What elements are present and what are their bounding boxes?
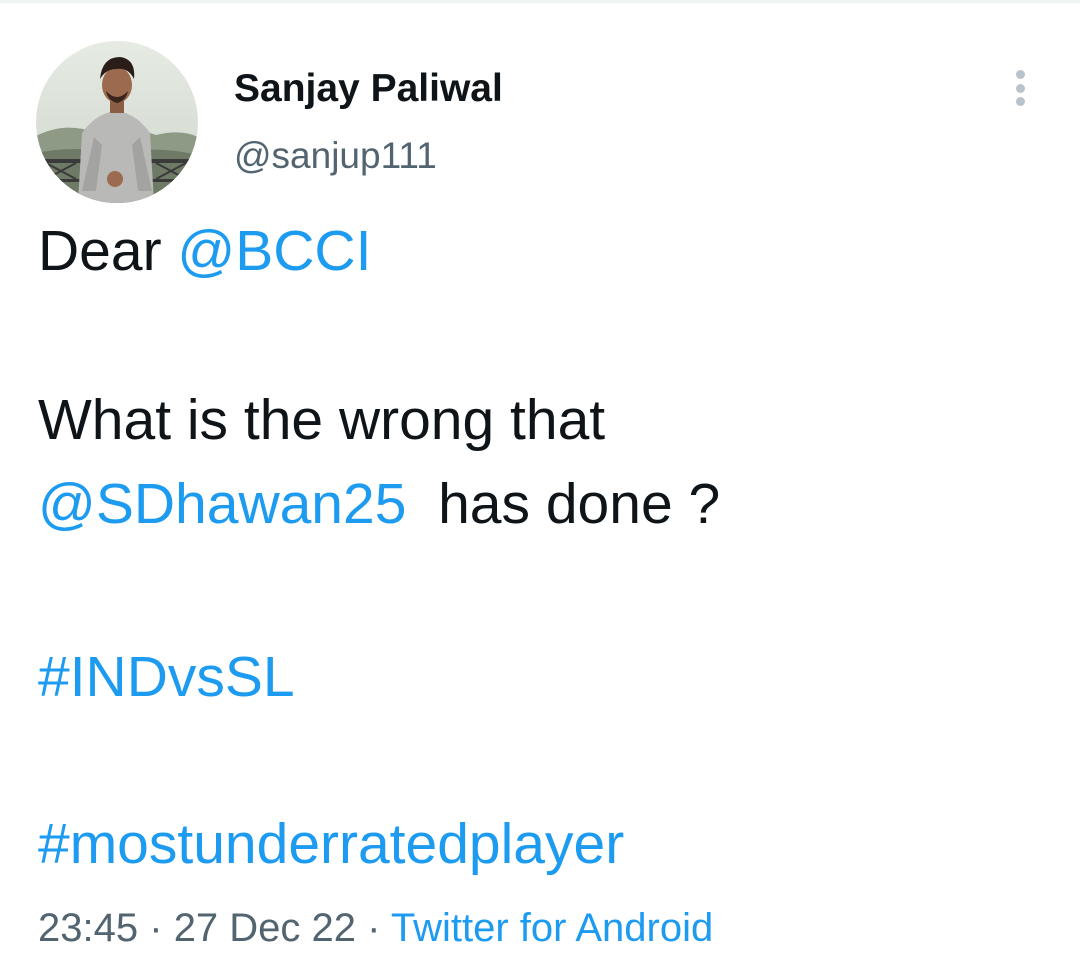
tweet-line-greeting: Dear @BCCI — [38, 218, 371, 284]
author-handle[interactable]: @sanjup111 — [234, 134, 437, 178]
tweet-line-question: What is the wrong that — [38, 388, 606, 452]
mention-link-sdhawan25[interactable]: @SDhawan25 — [38, 472, 406, 536]
meta-separator: · — [367, 906, 381, 950]
tweet-metadata: 23:45 · 27 Dec 22 · Twitter for Android — [38, 905, 713, 951]
hashtag-link-mostunderratedplayer[interactable]: #mostunderratedplayer — [38, 811, 624, 877]
author-display-name[interactable]: Sanjay Paliwal — [234, 66, 503, 112]
more-vertical-icon-dot — [1015, 83, 1025, 93]
tweet-question-end-text: has done ? — [438, 472, 721, 536]
tweet-time[interactable]: 23:45 — [38, 906, 138, 950]
avatar-photo — [36, 41, 198, 203]
top-divider — [0, 0, 1080, 3]
mention-link-bcci[interactable]: @BCCI — [177, 219, 371, 283]
more-options-button[interactable] — [1004, 66, 1036, 110]
hashtag-link-indvssl[interactable]: #INDvsSL — [38, 644, 295, 710]
tweet-date[interactable]: 27 Dec 22 — [174, 906, 356, 950]
meta-separator: · — [149, 906, 163, 950]
more-vertical-icon — [1015, 70, 1025, 79]
avatar[interactable] — [36, 41, 198, 203]
tweet-line-mention: @SDhawan25 has done ? — [38, 471, 720, 537]
tweet-greeting-text: Dear — [38, 219, 162, 283]
more-vertical-icon-dot — [1015, 97, 1025, 106]
tweet-source-link[interactable]: Twitter for Android — [391, 906, 713, 950]
